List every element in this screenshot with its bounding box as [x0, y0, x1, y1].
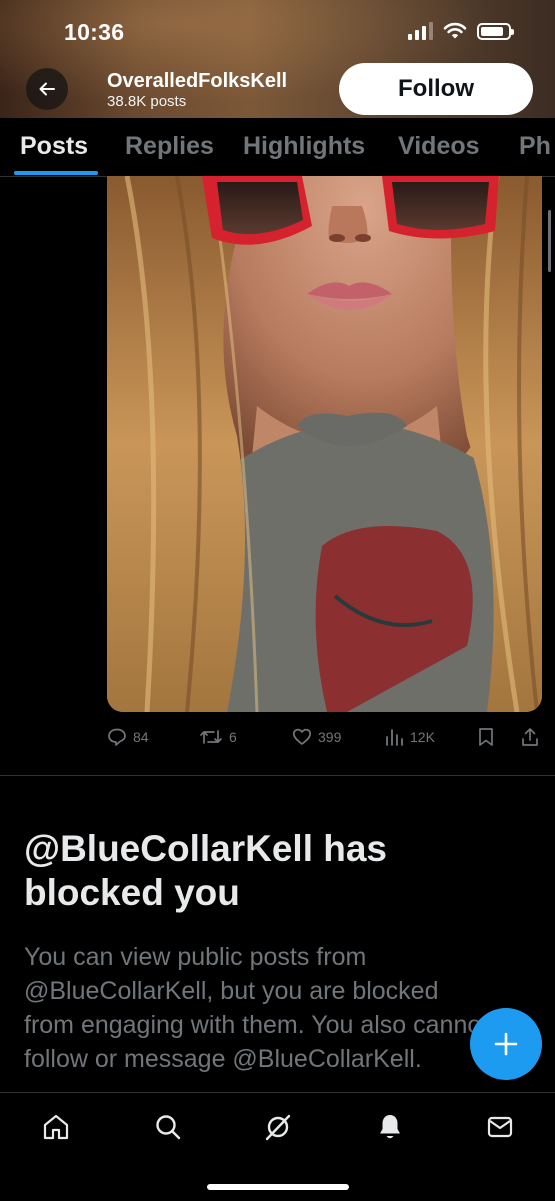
back-button[interactable] [26, 68, 68, 110]
tab-highlights[interactable]: Highlights [243, 132, 365, 161]
nav-notifications[interactable] [374, 1111, 406, 1143]
notifications-icon [380, 1115, 400, 1139]
views-icon [386, 729, 403, 746]
tab-posts[interactable]: Posts [20, 132, 88, 161]
messages-icon [487, 1116, 513, 1138]
reply-icon [108, 728, 126, 746]
scrollbar[interactable] [548, 210, 551, 272]
post-divider [0, 775, 555, 776]
status-time: 10:36 [64, 19, 125, 45]
home-icon [43, 1114, 69, 1140]
cellular-signal-icon [408, 22, 433, 40]
tab-replies[interactable]: Replies [125, 132, 214, 161]
repost-action[interactable]: 6 [199, 727, 237, 747]
profile-post-count: 38.8K posts [107, 93, 187, 110]
active-tab-indicator [14, 171, 98, 175]
like-count: 399 [318, 729, 342, 745]
repost-icon [200, 730, 222, 744]
nav-search[interactable] [152, 1111, 184, 1143]
post-actions: 84 6 399 12K [107, 727, 547, 753]
follow-button[interactable]: Follow [339, 63, 533, 115]
profile-header: 10:36 OveralledFolksKell 38.8K posts Fol… [0, 0, 555, 118]
home-indicator[interactable] [207, 1184, 349, 1190]
share-action[interactable] [520, 727, 540, 747]
nav-messages[interactable] [484, 1111, 516, 1143]
views-action[interactable]: 12K [384, 727, 435, 747]
blocked-title: @BlueCollarKell has blocked you [24, 828, 388, 913]
battery-icon [477, 22, 514, 40]
selfie-photo [107, 176, 542, 712]
back-arrow-icon [39, 82, 55, 96]
heart-icon [292, 728, 312, 745]
nav-home[interactable] [40, 1111, 72, 1143]
views-count: 12K [410, 729, 435, 745]
post-media-image[interactable] [107, 176, 542, 712]
nav-grok[interactable] [262, 1111, 294, 1143]
bookmark-action[interactable] [477, 727, 495, 747]
repost-count: 6 [229, 729, 237, 745]
blocked-body: You can view public posts from @BlueColl… [24, 943, 489, 1073]
like-action[interactable]: 399 [292, 727, 341, 747]
share-icon [522, 728, 538, 746]
grok-icon [265, 1114, 291, 1141]
profile-display-name: OveralledFolksKell [107, 70, 288, 92]
tab-photos[interactable]: Ph [519, 132, 551, 161]
reply-action[interactable]: 84 [107, 727, 149, 747]
tab-videos[interactable]: Videos [398, 132, 480, 161]
status-icons [408, 22, 514, 40]
compose-post-button[interactable] [470, 1008, 542, 1080]
wifi-icon [443, 22, 467, 39]
plus-icon [494, 1032, 518, 1056]
reply-count: 84 [133, 729, 149, 745]
search-icon [156, 1115, 181, 1140]
bookmark-icon [479, 728, 493, 746]
profile-tabs: Posts Replies Highlights Videos Ph [0, 118, 555, 177]
